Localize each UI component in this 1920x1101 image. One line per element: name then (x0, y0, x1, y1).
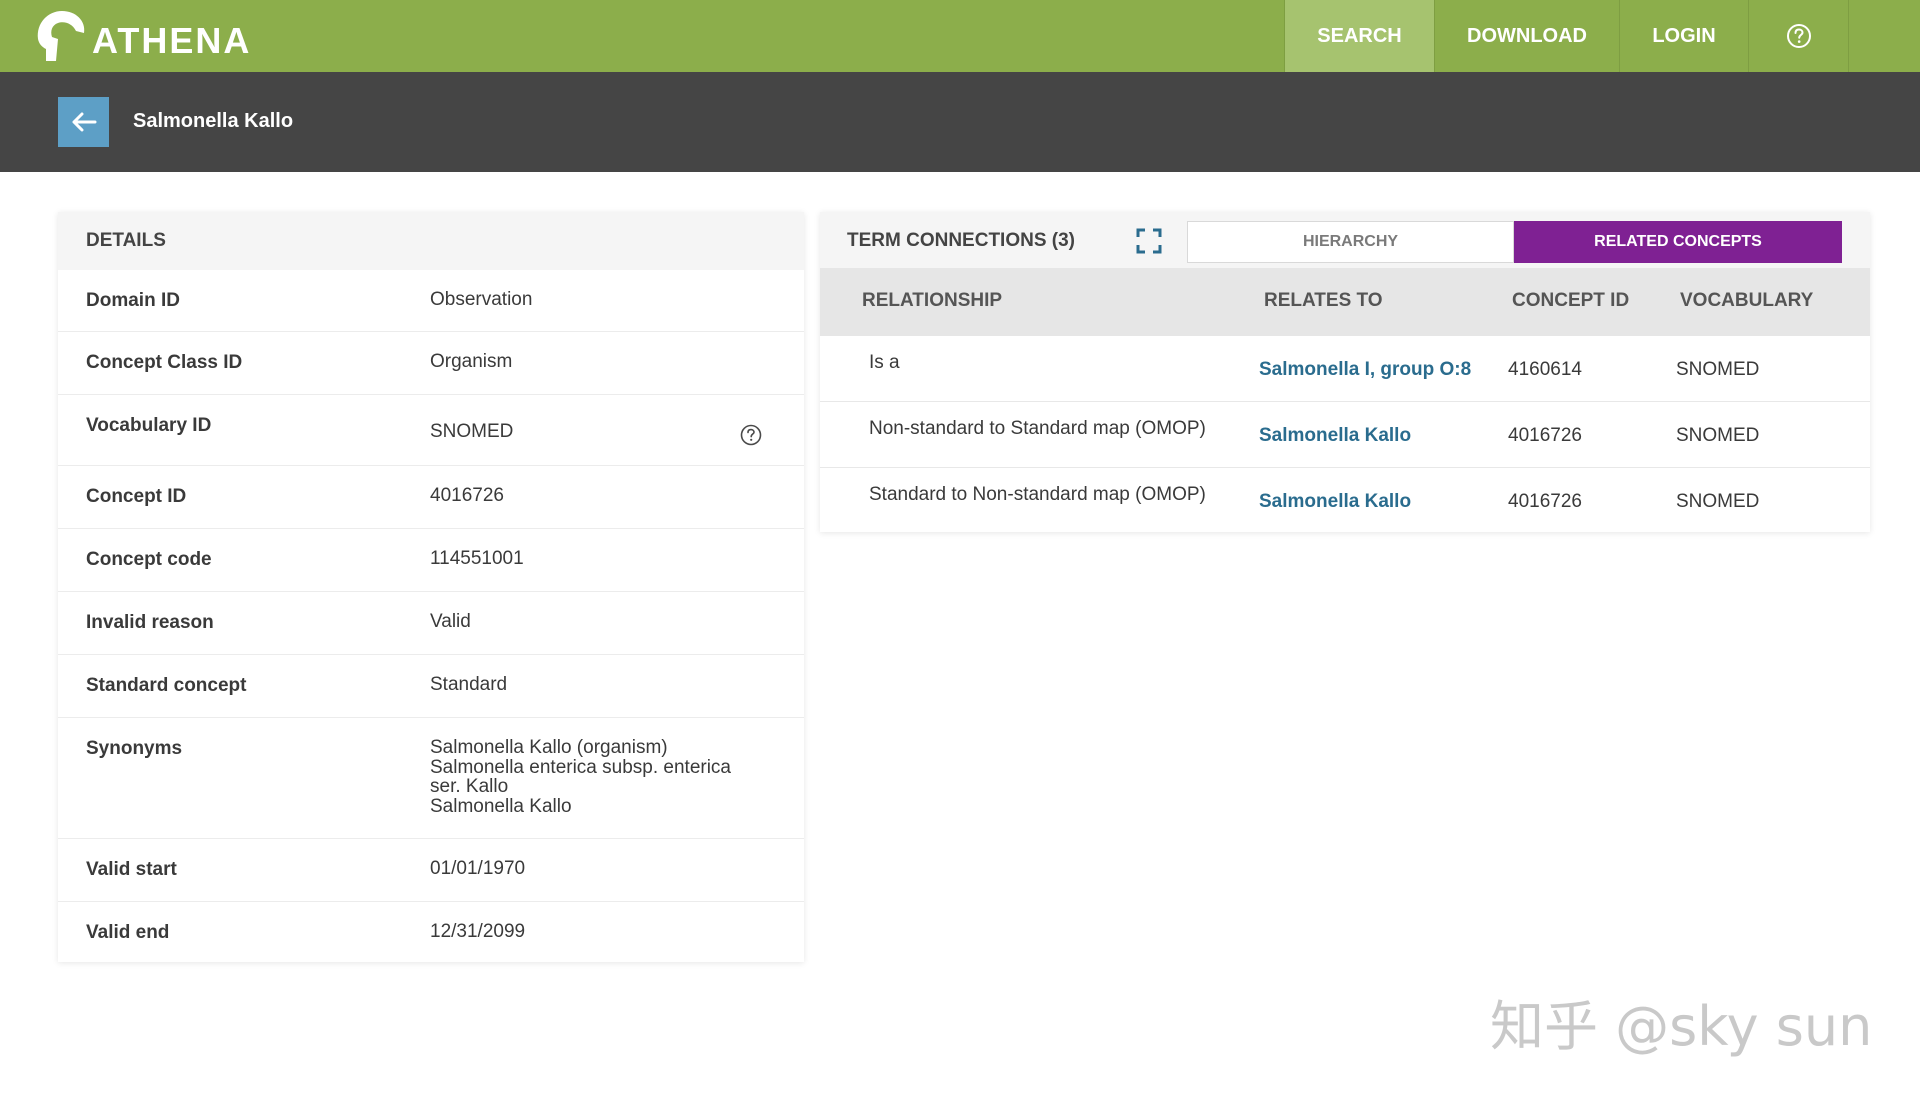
term-connections-header: TERM CONNECTIONS (3) HIERARCHY RELATED C… (820, 212, 1870, 268)
synonym-item: Salmonella Kallo (430, 795, 572, 817)
detail-value: Standard (430, 674, 508, 695)
synonyms-list: Salmonella Kallo (organism) Salmonella e… (430, 738, 731, 816)
detail-label: Concept ID (86, 486, 187, 507)
detail-label: Vocabulary ID (86, 415, 212, 436)
detail-value: Organism (430, 351, 513, 372)
detail-value: Valid (430, 611, 471, 632)
help-circle-icon (740, 424, 762, 446)
detail-row-domain-id: Domain ID Observation (58, 270, 804, 332)
cell-vocabulary: SNOMED (1676, 359, 1760, 380)
detail-label: Synonyms (86, 738, 183, 759)
detail-row-vocabulary-id: Vocabulary ID SNOMED (58, 395, 804, 466)
nav-login[interactable]: LOGIN (1619, 0, 1748, 72)
vocabulary-help-button[interactable] (740, 424, 762, 451)
detail-row-invalid-reason: Invalid reason Valid (58, 592, 804, 655)
table-row: Non-standard to Standard map (OMOP) Salm… (820, 402, 1870, 468)
column-header-relates-to[interactable]: RELATES TO (1264, 290, 1383, 312)
back-button[interactable] (58, 97, 109, 147)
nav-help-button[interactable] (1748, 0, 1849, 72)
cell-vocabulary: SNOMED (1676, 425, 1760, 446)
cell-vocabulary: SNOMED (1676, 491, 1760, 512)
tab-related-concepts[interactable]: RELATED CONCEPTS (1514, 221, 1842, 263)
cell-relationship: Is a (869, 352, 900, 373)
helmet-logo-icon (37, 11, 85, 61)
nav-search[interactable]: SEARCH (1284, 0, 1434, 72)
detail-value: 114551001 (430, 548, 524, 569)
column-header-vocabulary[interactable]: VOCABULARY (1680, 290, 1813, 312)
detail-value: SNOMED (430, 421, 514, 442)
detail-row-synonyms: Synonyms Salmonella Kallo (organism) Sal… (58, 718, 804, 839)
table-header: RELATIONSHIP RELATES TO CONCEPT ID VOCAB… (820, 268, 1870, 336)
detail-label: Valid end (86, 922, 170, 943)
top-navigation-bar: ATHENA SEARCH DOWNLOAD LOGIN (0, 0, 1920, 72)
column-header-concept-id[interactable]: CONCEPT ID (1512, 290, 1629, 312)
cell-concept-id: 4016726 (1508, 491, 1582, 512)
cell-concept-id: 4160614 (1508, 359, 1582, 380)
arrow-left-icon (72, 112, 96, 132)
table-row: Standard to Non-standard map (OMOP) Salm… (820, 468, 1870, 534)
detail-label: Concept code (86, 549, 212, 570)
view-toggle: HIERARCHY RELATED CONCEPTS (1187, 221, 1842, 263)
detail-row-concept-id: Concept ID 4016726 (58, 466, 804, 529)
relates-to-link[interactable]: Salmonella Kallo (1259, 491, 1411, 513)
fullscreen-expand-button[interactable] (1135, 227, 1163, 260)
detail-label: Standard concept (86, 675, 247, 696)
detail-value: 01/01/1970 (430, 858, 526, 879)
detail-label: Domain ID (86, 290, 180, 311)
concept-title-bar: Salmonella Kallo (0, 72, 1920, 172)
fullscreen-expand-icon (1136, 228, 1162, 254)
detail-value: Observation (430, 289, 533, 310)
tab-hierarchy[interactable]: HIERARCHY (1187, 221, 1514, 263)
table-row: Is a Salmonella I, group O:8 4160614 SNO… (820, 336, 1870, 402)
detail-row-valid-start: Valid start 01/01/1970 (58, 839, 804, 902)
main-nav: SEARCH DOWNLOAD LOGIN (1284, 0, 1849, 72)
relates-to-link[interactable]: Salmonella Kallo (1259, 425, 1411, 447)
app-name: ATHENA (92, 20, 252, 61)
detail-label: Invalid reason (86, 612, 214, 633)
detail-row-concept-code: Concept code 114551001 (58, 529, 804, 592)
relates-to-link[interactable]: Salmonella I, group O:8 (1259, 359, 1471, 381)
nav-download[interactable]: DOWNLOAD (1434, 0, 1619, 72)
detail-row-concept-class-id: Concept Class ID Organism (58, 332, 804, 395)
detail-label: Concept Class ID (86, 352, 243, 373)
cell-concept-id: 4016726 (1508, 425, 1582, 446)
detail-value: 12/31/2099 (430, 921, 526, 942)
synonym-item: Salmonella enterica subsp. enterica (430, 756, 732, 778)
watermark-text: 知乎 @sky sun (1490, 995, 1873, 1058)
cell-relationship: Standard to Non-standard map (OMOP) (869, 484, 1206, 505)
details-card: DETAILS Domain ID Observation Concept Cl… (58, 212, 804, 962)
cell-relationship: Non-standard to Standard map (OMOP) (869, 418, 1206, 439)
detail-value: 4016726 (430, 485, 504, 506)
detail-row-valid-end: Valid end 12/31/2099 (58, 902, 804, 965)
detail-label: Valid start (86, 859, 177, 880)
detail-row-standard-concept: Standard concept Standard (58, 655, 804, 718)
synonym-item: ser. Kallo (430, 776, 509, 797)
help-circle-icon (1786, 24, 1811, 48)
term-connections-title: TERM CONNECTIONS (3) (847, 230, 1075, 251)
term-connections-card: TERM CONNECTIONS (3) HIERARCHY RELATED C… (820, 212, 1870, 532)
synonym-item: Salmonella Kallo (organism) (430, 737, 668, 758)
page-title: Salmonella Kallo (133, 110, 294, 132)
column-header-relationship[interactable]: RELATIONSHIP (862, 290, 1002, 312)
details-heading: DETAILS (58, 212, 804, 270)
athena-logo[interactable]: ATHENA (32, 4, 251, 68)
